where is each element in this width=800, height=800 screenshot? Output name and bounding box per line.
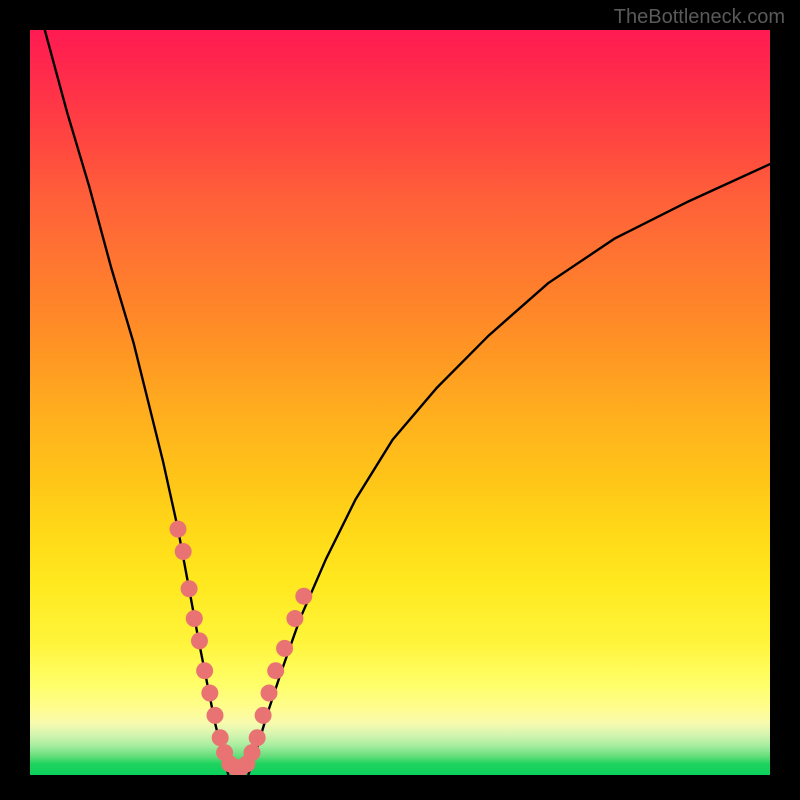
chart-svg [30,30,770,775]
curve-lines [45,30,770,775]
watermark-text: TheBottleneck.com [614,6,785,29]
chart-plot-area [30,30,770,775]
scatter-dots [170,521,313,775]
